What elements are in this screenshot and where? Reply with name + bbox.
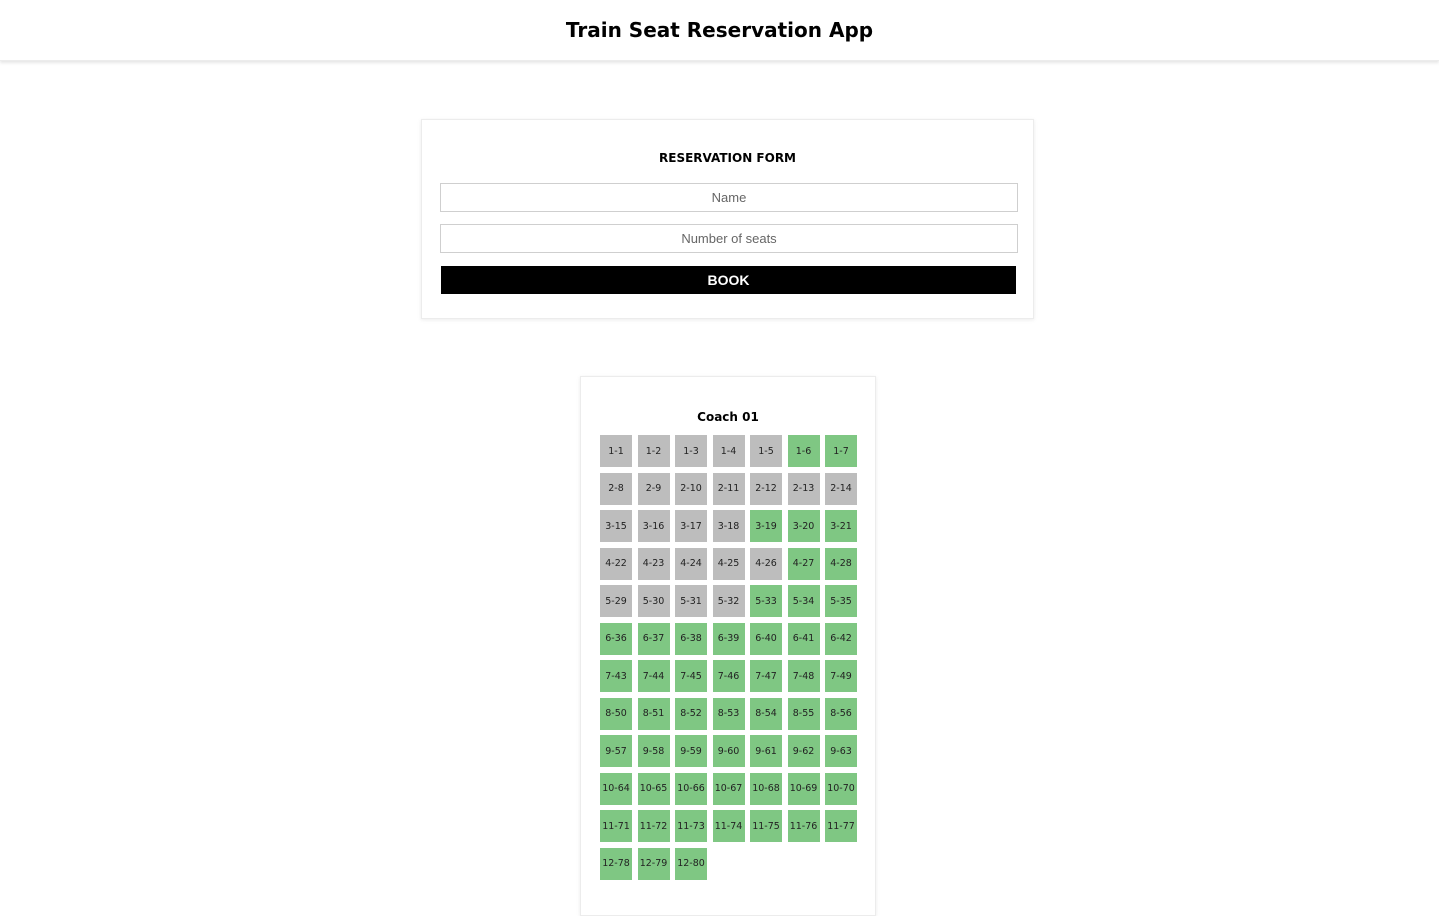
seat-10-65[interactable]: 10-65 (637, 772, 670, 805)
seat-8-50[interactable]: 8-50 (600, 697, 632, 730)
seat-7-49[interactable]: 7-49 (825, 660, 857, 692)
seat-7-46[interactable]: 7-46 (712, 660, 745, 692)
seat-5-32[interactable]: 5-32 (712, 585, 745, 617)
seat-6-36[interactable]: 6-36 (600, 622, 632, 655)
seat-5-33[interactable]: 5-33 (750, 585, 782, 617)
seat-1-4[interactable]: 1-4 (712, 435, 745, 467)
seat-11-74[interactable]: 11-74 (712, 810, 745, 842)
seat-8-55[interactable]: 8-55 (787, 697, 820, 730)
seat-4-24[interactable]: 4-24 (675, 547, 707, 580)
seat-11-75[interactable]: 11-75 (750, 810, 782, 842)
seat-11-76[interactable]: 11-76 (787, 810, 820, 842)
seat-3-18[interactable]: 3-18 (712, 510, 745, 542)
seat-1-3[interactable]: 1-3 (675, 435, 707, 467)
name-input[interactable] (440, 183, 1018, 212)
seat-3-20[interactable]: 3-20 (787, 510, 820, 542)
seat-10-64[interactable]: 10-64 (600, 772, 632, 805)
seat-5-35[interactable]: 5-35 (825, 585, 857, 617)
seat-9-58[interactable]: 9-58 (637, 735, 670, 767)
seat-2-13[interactable]: 2-13 (787, 472, 820, 505)
seat-2-10[interactable]: 2-10 (675, 472, 707, 505)
seat-8-56[interactable]: 8-56 (825, 697, 857, 730)
coach-title: Coach 01 (697, 410, 759, 424)
seat-8-53[interactable]: 8-53 (712, 697, 745, 730)
seat-3-21[interactable]: 3-21 (825, 510, 857, 542)
seat-10-68[interactable]: 10-68 (750, 772, 782, 805)
seat-9-62[interactable]: 9-62 (787, 735, 820, 767)
seat-2-14[interactable]: 2-14 (825, 472, 857, 505)
seat-7-47[interactable]: 7-47 (750, 660, 782, 692)
seat-5-34[interactable]: 5-34 (787, 585, 820, 617)
seat-3-19[interactable]: 3-19 (750, 510, 782, 542)
seat-9-63[interactable]: 9-63 (825, 735, 857, 767)
seat-9-59[interactable]: 9-59 (675, 735, 707, 767)
seat-8-51[interactable]: 8-51 (637, 697, 670, 730)
seat-6-37[interactable]: 6-37 (637, 622, 670, 655)
seat-1-7[interactable]: 1-7 (825, 435, 857, 467)
seat-2-12[interactable]: 2-12 (750, 472, 782, 505)
seat-grid: 1-1 1-2 1-3 1-4 1-5 1-6 1-7 2-8 2-9 2-10 2-11 2-12 2… (600, 435, 857, 880)
seat-2-9[interactable]: 2-9 (637, 472, 670, 505)
seat-1-1[interactable]: 1-1 (600, 435, 632, 467)
seat-9-57[interactable]: 9-57 (600, 735, 632, 767)
seat-4-26[interactable]: 4-26 (750, 547, 782, 580)
seat-2-11[interactable]: 2-11 (712, 472, 745, 505)
seat-3-16[interactable]: 3-16 (637, 510, 670, 542)
seat-5-29[interactable]: 5-29 (600, 585, 632, 617)
seat-11-77[interactable]: 11-77 (825, 810, 857, 842)
seat-11-73[interactable]: 11-73 (675, 810, 707, 842)
seat-10-67[interactable]: 10-67 (712, 772, 745, 805)
app-header: Train Seat Reservation App (0, 0, 1439, 61)
seat-12-80[interactable]: 12-80 (675, 847, 707, 880)
seat-12-78[interactable]: 12-78 (600, 847, 632, 880)
seat-9-61[interactable]: 9-61 (750, 735, 782, 767)
seat-2-8[interactable]: 2-8 (600, 472, 632, 505)
seat-12-79[interactable]: 12-79 (637, 847, 670, 880)
seat-4-28[interactable]: 4-28 (825, 547, 857, 580)
seat-4-23[interactable]: 4-23 (637, 547, 670, 580)
form-title: RESERVATION FORM (659, 151, 796, 165)
seat-10-69[interactable]: 10-69 (787, 772, 820, 805)
seat-6-41[interactable]: 6-41 (787, 622, 820, 655)
seat-7-43[interactable]: 7-43 (600, 660, 632, 692)
seat-4-22[interactable]: 4-22 (600, 547, 632, 580)
seat-11-72[interactable]: 11-72 (637, 810, 670, 842)
seat-8-52[interactable]: 8-52 (675, 697, 707, 730)
seat-1-6[interactable]: 1-6 (787, 435, 820, 467)
seat-1-2[interactable]: 1-2 (637, 435, 670, 467)
seat-7-48[interactable]: 7-48 (787, 660, 820, 692)
seat-1-5[interactable]: 1-5 (750, 435, 782, 467)
seat-10-70[interactable]: 10-70 (825, 772, 857, 805)
seat-8-54[interactable]: 8-54 (750, 697, 782, 730)
book-button[interactable]: BOOK (441, 266, 1016, 294)
seat-4-25[interactable]: 4-25 (712, 547, 745, 580)
seat-7-44[interactable]: 7-44 (637, 660, 670, 692)
seat-5-31[interactable]: 5-31 (675, 585, 707, 617)
seat-3-17[interactable]: 3-17 (675, 510, 707, 542)
app-title: Train Seat Reservation App (565, 18, 874, 42)
seat-6-42[interactable]: 6-42 (825, 622, 857, 655)
seat-7-45[interactable]: 7-45 (675, 660, 707, 692)
seat-6-38[interactable]: 6-38 (675, 622, 707, 655)
seat-9-60[interactable]: 9-60 (712, 735, 745, 767)
coach-panel: Coach 01 1-1 1-2 1-3 1-4 1-5 1-6 1-7 2-8 2-9 2-10… (580, 376, 876, 916)
seat-11-71[interactable]: 11-71 (600, 810, 632, 842)
seat-5-30[interactable]: 5-30 (637, 585, 670, 617)
seat-10-66[interactable]: 10-66 (675, 772, 707, 805)
seat-6-40[interactable]: 6-40 (750, 622, 782, 655)
seats-count-input[interactable] (440, 224, 1018, 253)
seat-6-39[interactable]: 6-39 (712, 622, 745, 655)
seat-4-27[interactable]: 4-27 (787, 547, 820, 580)
seat-3-15[interactable]: 3-15 (600, 510, 632, 542)
reservation-form: RESERVATION FORM BOOK (421, 119, 1034, 319)
